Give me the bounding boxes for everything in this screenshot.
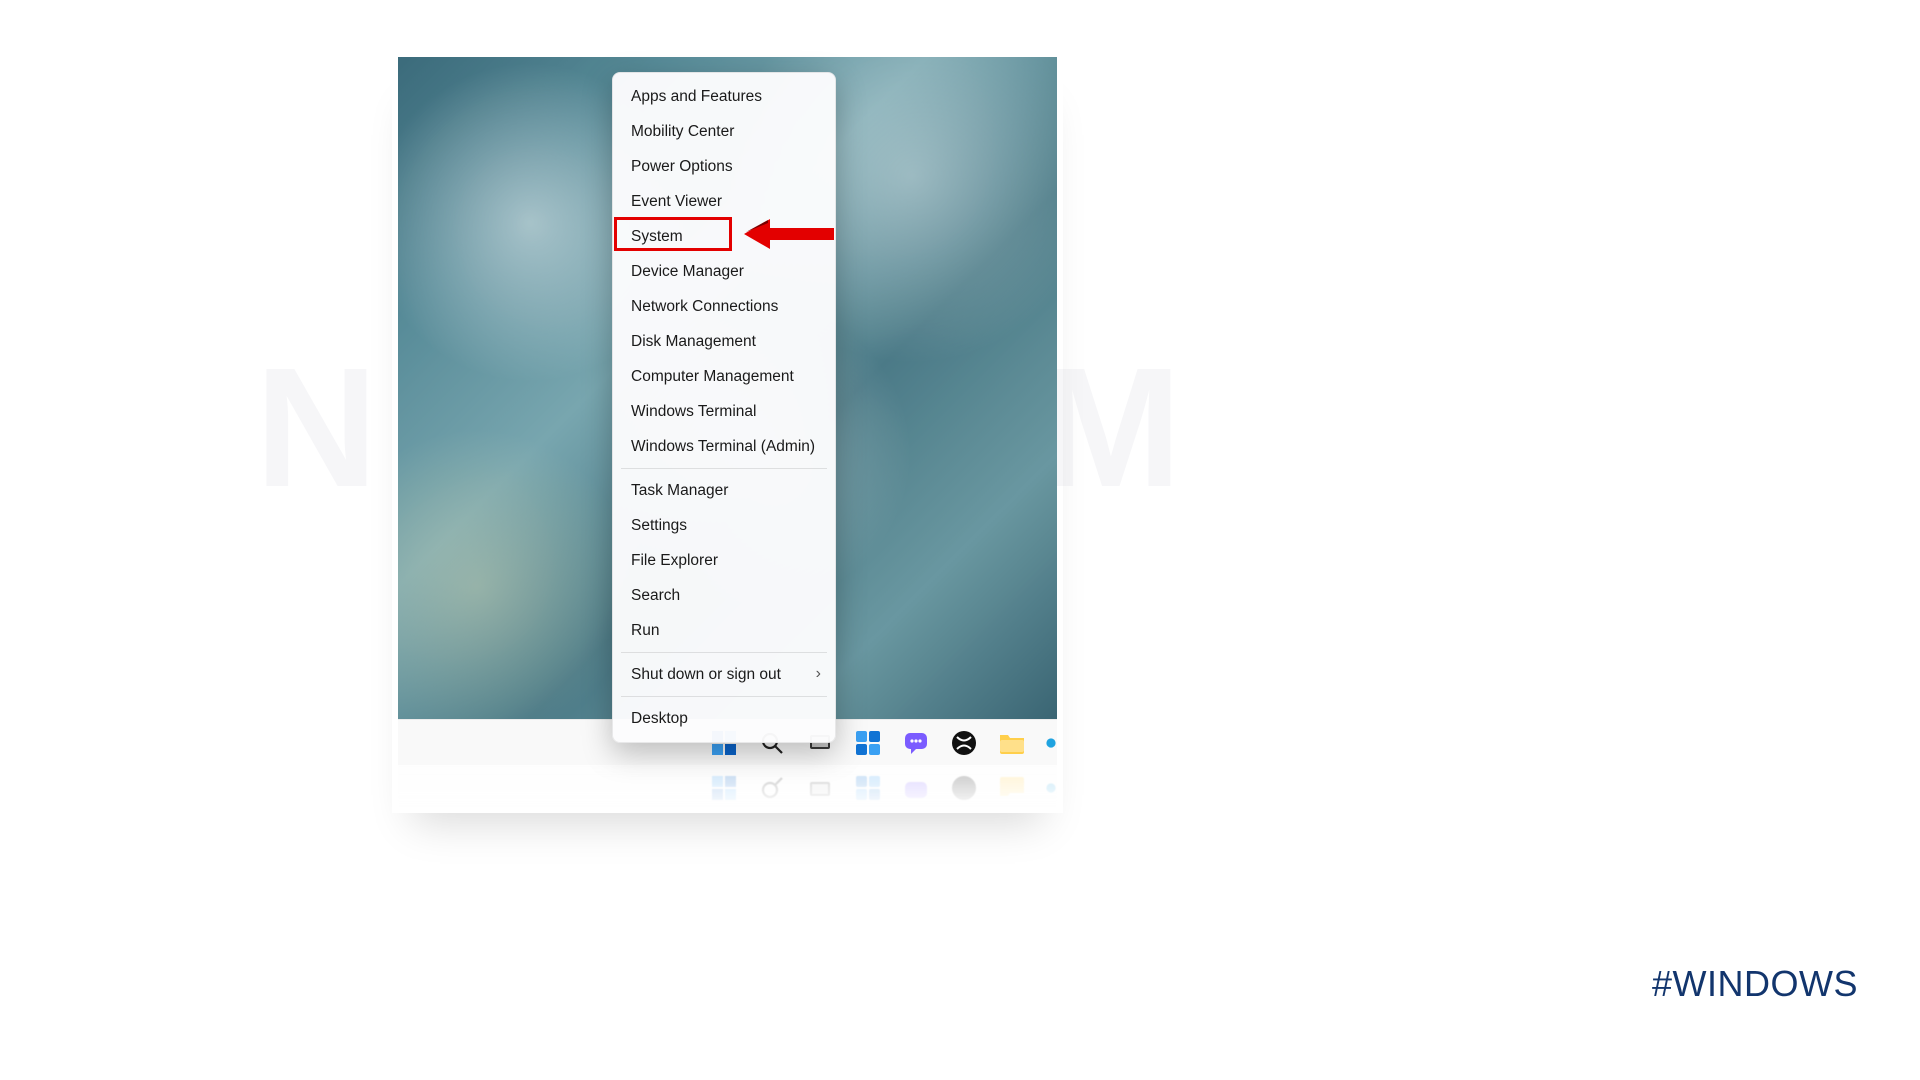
widgets-icon[interactable] [854,729,882,757]
menu-item-mobility-center[interactable]: Mobility Center [613,114,835,149]
menu-separator [621,696,827,697]
menu-item-power-options[interactable]: Power Options [613,149,835,184]
watermark-left: N [255,330,372,526]
xbox-icon[interactable] [950,729,978,757]
menu-item-settings[interactable]: Settings [613,508,835,543]
edge-icon[interactable] [1046,729,1056,757]
menu-item-event-viewer[interactable]: Event Viewer [613,184,835,219]
menu-item-network-connections[interactable]: Network Connections [613,289,835,324]
menu-item-run[interactable]: Run [613,613,835,648]
file-explorer-icon[interactable] [998,729,1026,757]
menu-item-windows-terminal-admin[interactable]: Windows Terminal (Admin) [613,429,835,464]
screenshot-frame: Apps and Features Mobility Center Power … [398,57,1057,773]
menu-separator [621,468,827,469]
menu-item-disk-management[interactable]: Disk Management [613,324,835,359]
menu-item-windows-terminal[interactable]: Windows Terminal [613,394,835,429]
menu-item-task-manager[interactable]: Task Manager [613,473,835,508]
menu-item-desktop[interactable]: Desktop [613,701,835,736]
menu-separator [621,652,827,653]
chat-icon[interactable] [902,729,930,757]
menu-item-system[interactable]: System [613,219,835,254]
hashtag-label: #WINDOWS [1652,963,1858,1005]
menu-item-shut-down-or-sign-out[interactable]: Shut down or sign out [613,657,835,692]
watermark-right: M [1040,330,1176,526]
menu-item-device-manager[interactable]: Device Manager [613,254,835,289]
taskbar-reflection [398,765,1057,811]
menu-item-search[interactable]: Search [613,578,835,613]
menu-item-computer-management[interactable]: Computer Management [613,359,835,394]
menu-item-apps-and-features[interactable]: Apps and Features [613,79,835,114]
winx-context-menu: Apps and Features Mobility Center Power … [612,72,836,743]
menu-item-file-explorer[interactable]: File Explorer [613,543,835,578]
